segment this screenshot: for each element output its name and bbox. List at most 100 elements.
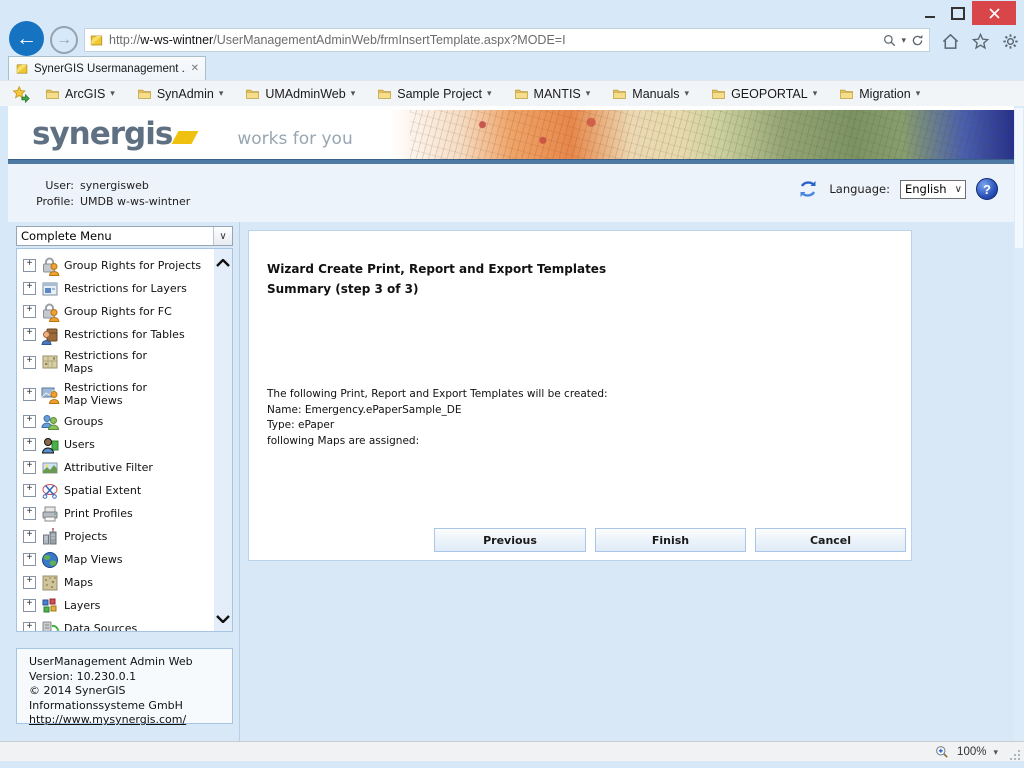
- search-caret-icon[interactable]: ▾: [901, 36, 906, 45]
- status-bar: 100% ▾: [0, 741, 1024, 761]
- menu-scrollbar[interactable]: [214, 249, 232, 631]
- search-icon[interactable]: [882, 33, 897, 48]
- printer-icon: [40, 504, 60, 524]
- expand-icon[interactable]: +: [23, 507, 36, 520]
- favorite-label: Manuals: [632, 87, 679, 101]
- scroll-down-icon[interactable]: [214, 609, 232, 629]
- expand-icon[interactable]: +: [23, 438, 36, 451]
- favorite-synadmin[interactable]: SynAdmin▾: [130, 84, 231, 103]
- address-bar[interactable]: http://w-ws-wintner/UserManagementAdminW…: [84, 28, 930, 52]
- sidebar-item-spatial-extent[interactable]: +Spatial Extent: [17, 479, 213, 502]
- url-scheme: http://: [109, 33, 140, 47]
- menu-item-label: Restrictions for Maps: [64, 349, 147, 375]
- favorite-manuals[interactable]: Manuals▾: [605, 84, 696, 103]
- sidebar-item-data-sources[interactable]: +Data Sources: [17, 617, 213, 632]
- summary-line: following Maps are assigned:: [267, 434, 608, 450]
- chevron-down-icon: ▾: [219, 89, 224, 98]
- expand-icon[interactable]: +: [23, 553, 36, 566]
- sidebar-item-restrictions-for-maps[interactable]: + Restrictions for Maps: [17, 346, 213, 378]
- menu-item-label: Projects: [64, 530, 107, 543]
- finish-button[interactable]: Finish: [595, 528, 746, 552]
- favorites-button[interactable]: [968, 30, 992, 52]
- previous-button[interactable]: Previous: [434, 528, 586, 552]
- map-texture-icon: [40, 573, 60, 593]
- favorite-sample-project[interactable]: Sample Project▾: [370, 84, 498, 103]
- refresh-icon[interactable]: [910, 33, 925, 48]
- favorite-label: UMAdminWeb: [265, 87, 345, 101]
- expand-icon[interactable]: +: [23, 599, 36, 612]
- favorite-label: Migration: [859, 87, 910, 101]
- expand-icon[interactable]: +: [23, 259, 36, 272]
- language-select[interactable]: English ∨: [900, 180, 966, 199]
- zoom-level: 100%: [957, 746, 986, 758]
- maximize-button[interactable]: [944, 1, 972, 25]
- expand-icon[interactable]: +: [23, 388, 36, 401]
- settings-button[interactable]: [998, 30, 1022, 52]
- select-chevron-icon: ∨: [213, 227, 232, 245]
- favorite-label: MANTIS: [534, 87, 581, 101]
- forward-button[interactable]: →: [50, 26, 78, 54]
- tab-close-icon[interactable]: ✕: [191, 63, 199, 74]
- close-button[interactable]: [972, 1, 1016, 25]
- wizard-buttons: Previous Finish Cancel: [434, 528, 906, 552]
- help-button[interactable]: ?: [976, 178, 998, 200]
- lock-user-icon: [40, 302, 60, 322]
- scroll-up-icon[interactable]: [214, 253, 232, 273]
- star-icon: [971, 32, 990, 51]
- sidebar-item-users[interactable]: +Users: [17, 433, 213, 456]
- synergis-link[interactable]: http://www.mysynergis.com/: [29, 713, 186, 726]
- user-label: User:: [22, 179, 74, 192]
- chevron-down-icon: ▾: [916, 89, 921, 98]
- sidebar-item-print-profiles[interactable]: +Print Profiles: [17, 502, 213, 525]
- expand-icon[interactable]: +: [23, 356, 36, 369]
- favorite-migration[interactable]: Migration ▾: [832, 84, 927, 103]
- sidebar-item-attributive-filter[interactable]: +Attributive Filter: [17, 456, 213, 479]
- expand-icon[interactable]: +: [23, 484, 36, 497]
- menu-item-label: Maps: [64, 576, 93, 589]
- menu-mode-select[interactable]: Complete Menu ∨: [16, 226, 233, 246]
- sidebar-item-layers[interactable]: +Layers: [17, 594, 213, 617]
- back-button[interactable]: ←: [9, 21, 44, 56]
- url-text[interactable]: http://w-ws-wintner/UserManagementAdminW…: [109, 33, 882, 47]
- sidebar-item-restrictions-for-tables[interactable]: + Restrictions for Tables: [17, 323, 213, 346]
- expand-icon[interactable]: +: [23, 328, 36, 341]
- sidebar-item-projects[interactable]: + Projects: [17, 525, 213, 548]
- browser-scrollbar[interactable]: [1014, 106, 1024, 741]
- map-icon: [40, 352, 60, 372]
- reload-icon[interactable]: [797, 178, 819, 200]
- resize-grip[interactable]: [1010, 750, 1020, 760]
- tab-favicon: [15, 62, 29, 76]
- page-viewport: synergis works for you User: synergisweb…: [8, 106, 1014, 741]
- wizard-summary: The following Print, Report and Export T…: [267, 387, 608, 449]
- expand-icon[interactable]: +: [23, 622, 36, 632]
- tab-synergis-usermanagement[interactable]: SynerGIS Usermanagement ... ✕: [8, 56, 206, 80]
- home-button[interactable]: [938, 30, 962, 52]
- menu-list: +Group Rights for Projects +Restrictions…: [17, 249, 213, 632]
- minimize-button[interactable]: [916, 1, 944, 25]
- expand-icon[interactable]: +: [23, 530, 36, 543]
- cancel-button[interactable]: Cancel: [755, 528, 906, 552]
- sidebar-item-group-rights-for-fc[interactable]: +Group Rights for FC: [17, 300, 213, 323]
- menu-item-label: Restrictions for Tables: [64, 328, 185, 341]
- sidebar-item-groups[interactable]: +Groups: [17, 410, 213, 433]
- profile-label: Profile:: [22, 195, 74, 208]
- sidebar-item-map-views[interactable]: +Map Views: [17, 548, 213, 571]
- zoom-control[interactable]: 100% ▾: [934, 744, 998, 760]
- expand-icon[interactable]: +: [23, 305, 36, 318]
- sidebar-item-group-rights-for-projects[interactable]: +Group Rights for Projects: [17, 254, 213, 277]
- sidebar-item-maps[interactable]: + Maps: [17, 571, 213, 594]
- expand-icon[interactable]: +: [23, 282, 36, 295]
- favorite-umadminweb[interactable]: UMAdminWeb▾: [238, 84, 362, 103]
- scrollbar-thumb[interactable]: [1015, 108, 1023, 248]
- expand-icon[interactable]: +: [23, 461, 36, 474]
- sidebar-item-restrictions-for-layers[interactable]: +Restrictions for Layers: [17, 277, 213, 300]
- sidebar-item-restrictions-for-map-views[interactable]: +Restrictions for Map Views: [17, 378, 213, 410]
- zoom-caret-icon[interactable]: ▾: [993, 748, 998, 757]
- favorite-mantis[interactable]: MANTIS▾: [507, 84, 598, 103]
- favorite-geoportal[interactable]: GEOPORTAL▾: [704, 84, 824, 103]
- expand-icon[interactable]: +: [23, 576, 36, 589]
- add-favorite-icon[interactable]: [12, 85, 30, 103]
- favorite-arcgis[interactable]: ArcGIS▾: [38, 84, 122, 103]
- expand-icon[interactable]: +: [23, 415, 36, 428]
- chevron-down-icon: ▾: [110, 89, 115, 98]
